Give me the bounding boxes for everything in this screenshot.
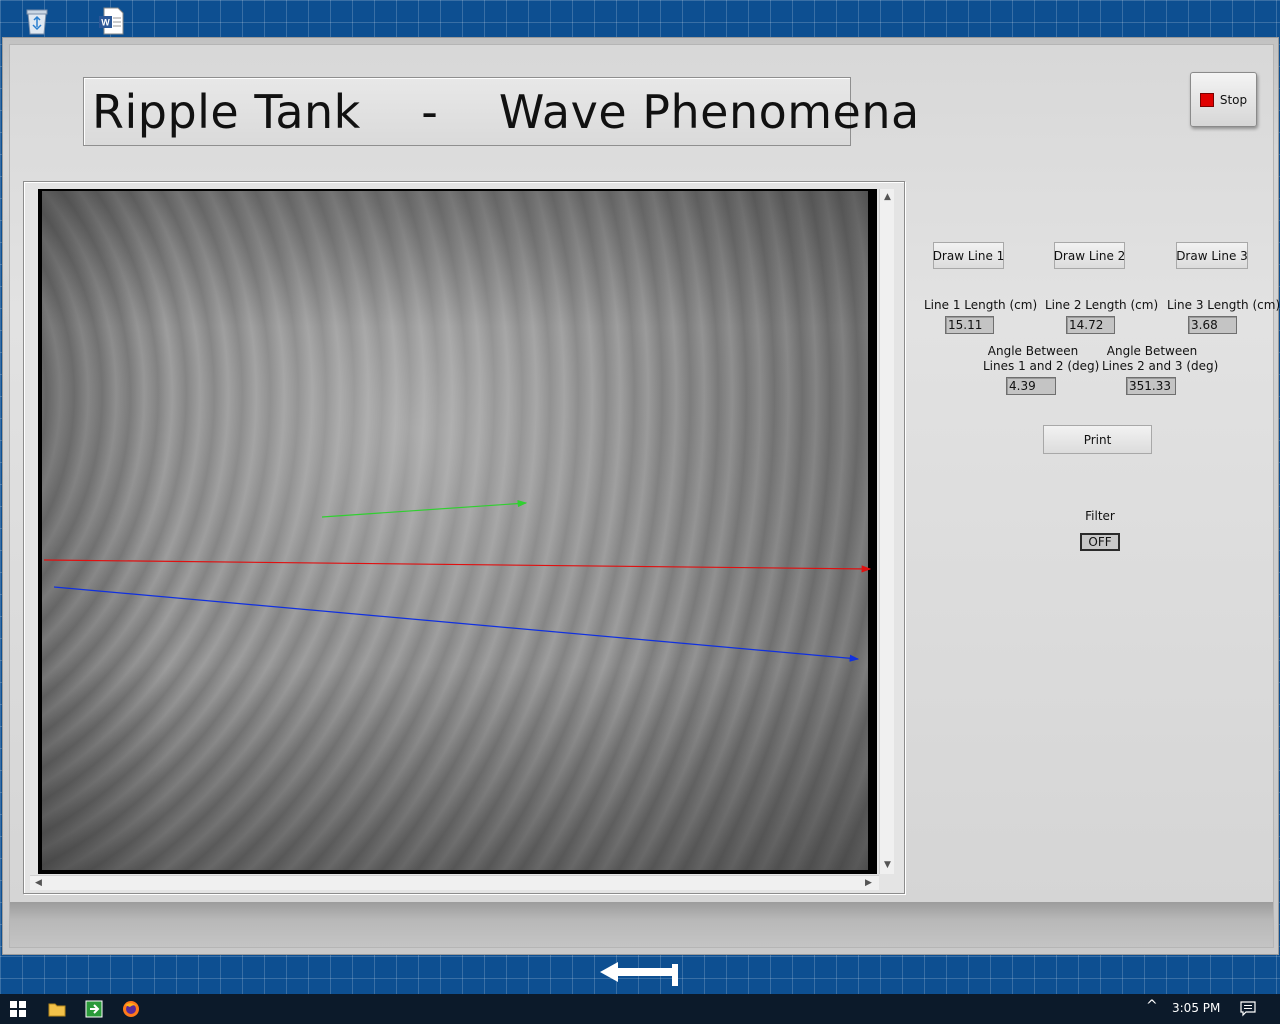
page-title: Ripple Tank - Wave Phenomena bbox=[92, 84, 920, 139]
chevron-up-icon[interactable]: ^ bbox=[1146, 998, 1158, 1014]
angle23-value: 351.33 bbox=[1126, 377, 1176, 395]
line2-length-value: 14.72 bbox=[1066, 316, 1115, 334]
filter-toggle[interactable]: OFF bbox=[1080, 533, 1120, 551]
angle12-label-line2: Lines 1 and 2 (deg) bbox=[983, 359, 1100, 373]
word-document-icon[interactable]: W bbox=[96, 6, 126, 36]
front-panel: Ripple Tank - Wave Phenomena Stop ▲ ▼ ◀ … bbox=[9, 44, 1280, 948]
scroll-right-icon[interactable]: ▶ bbox=[862, 877, 875, 890]
title-banner: Ripple Tank - Wave Phenomena bbox=[83, 77, 919, 146]
firefox-icon[interactable] bbox=[121, 999, 141, 1019]
line3-length-label: Line 3 Length (cm) bbox=[1167, 298, 1280, 312]
angle12-label-line1: Angle Between bbox=[987, 344, 1079, 358]
ripple-image-area[interactable] bbox=[38, 189, 877, 874]
windows-start-icon[interactable] bbox=[8, 999, 28, 1019]
recycle-bin-icon[interactable] bbox=[22, 6, 52, 36]
draw-line-1-button[interactable]: Draw Line 1 bbox=[933, 242, 1004, 269]
app-icon[interactable] bbox=[84, 999, 104, 1019]
scroll-left-icon[interactable]: ◀ bbox=[32, 877, 45, 890]
measurement-lines bbox=[43, 499, 872, 662]
stop-label: Stop bbox=[1219, 92, 1248, 107]
angle12-value: 4.39 bbox=[1006, 377, 1056, 395]
window-footer bbox=[10, 902, 1273, 947]
stop-icon bbox=[1199, 92, 1214, 107]
angle23-label-line2: Lines 2 and 3 (deg) bbox=[1102, 359, 1219, 373]
desktop-strip bbox=[0, 956, 1280, 996]
line3-length-value: 3.68 bbox=[1188, 316, 1237, 334]
scroll-down-icon[interactable]: ▼ bbox=[881, 859, 894, 872]
image-display: ▲ ▼ ◀ ▶ bbox=[23, 181, 905, 894]
line-3 bbox=[321, 499, 528, 518]
line1-length-value: 15.11 bbox=[945, 316, 994, 334]
notification-icon[interactable] bbox=[1238, 999, 1258, 1019]
line-2 bbox=[53, 586, 860, 662]
print-button[interactable]: Print bbox=[1043, 425, 1152, 454]
scroll-up-icon[interactable]: ▲ bbox=[881, 191, 894, 204]
horizontal-scrollbar[interactable]: ◀ ▶ bbox=[30, 875, 879, 890]
vertical-scrollbar[interactable]: ▲ ▼ bbox=[879, 189, 894, 874]
angle23-label-line1: Angle Between bbox=[1106, 344, 1198, 358]
taskbar-clock[interactable]: 3:05 PM bbox=[1172, 1001, 1220, 1015]
desktop-arrow-icon bbox=[600, 962, 678, 986]
draw-line-3-button[interactable]: Draw Line 3 bbox=[1176, 242, 1248, 269]
file-explorer-icon[interactable] bbox=[47, 999, 67, 1019]
draw-line-2-button[interactable]: Draw Line 2 bbox=[1054, 242, 1125, 269]
filter-label: Filter bbox=[1085, 509, 1115, 523]
line2-length-label: Line 2 Length (cm) bbox=[1045, 298, 1159, 312]
ripple-tank-window: Ripple Tank - Wave Phenomena Stop ▲ ▼ ◀ … bbox=[2, 37, 1280, 955]
stop-button[interactable]: Stop bbox=[1190, 72, 1257, 127]
taskbar: ^ 3:05 PM bbox=[0, 994, 1280, 1024]
line-1 bbox=[43, 559, 872, 573]
line1-length-label: Line 1 Length (cm) bbox=[924, 298, 1038, 312]
svg-text:W: W bbox=[101, 18, 110, 28]
